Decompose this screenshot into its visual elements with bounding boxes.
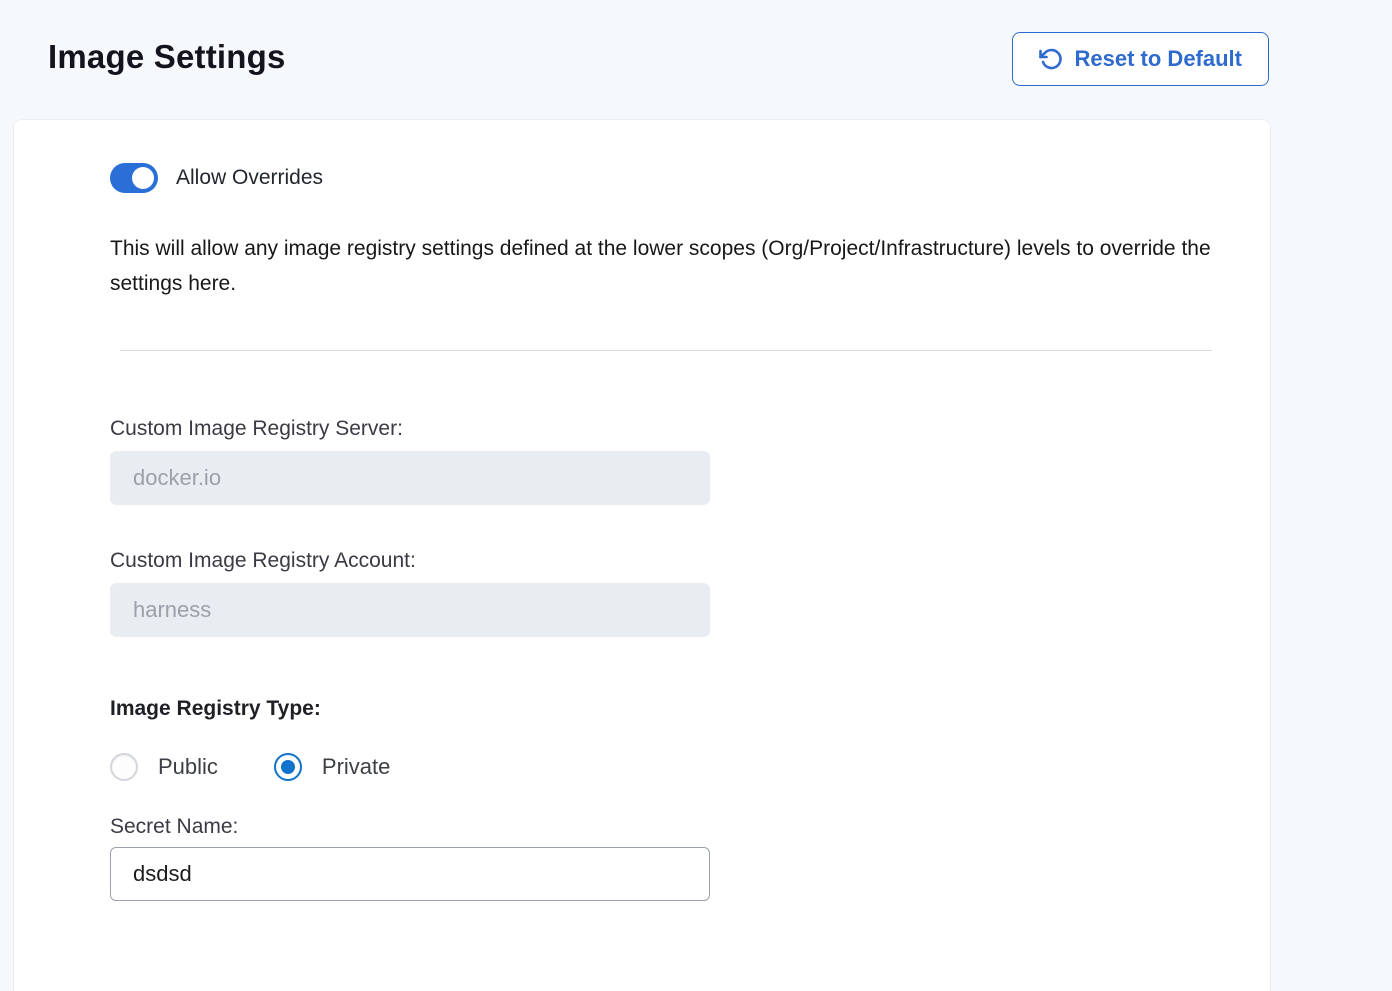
reset-button-label: Reset to Default (1075, 46, 1242, 72)
secret-name-label: Secret Name: (110, 815, 1212, 839)
radio-private-label: Private (322, 754, 390, 780)
allow-overrides-row: Allow Overrides (110, 163, 1212, 193)
radio-private-circle[interactable] (274, 753, 302, 781)
toggle-knob (132, 167, 154, 189)
image-settings-card: Allow Overrides This will allow any imag… (14, 120, 1270, 991)
allow-overrides-label: Allow Overrides (176, 166, 323, 190)
registry-server-input[interactable] (110, 451, 710, 505)
radio-public-label: Public (158, 754, 218, 780)
registry-type-options: Public Private (110, 753, 1212, 781)
secret-name-input[interactable] (110, 847, 710, 901)
page-header: Image Settings Reset to Default (0, 0, 1392, 120)
section-divider (120, 350, 1212, 351)
secret-name-field: Secret Name: (110, 815, 1212, 901)
radio-public-circle[interactable] (110, 753, 138, 781)
radio-option-public[interactable]: Public (110, 753, 218, 781)
reset-to-default-button[interactable]: Reset to Default (1012, 32, 1269, 86)
radio-private-dot (281, 760, 295, 774)
registry-server-label: Custom Image Registry Server: (110, 417, 1212, 441)
registry-type-section: Image Registry Type: Public Private (110, 697, 1212, 781)
allow-overrides-toggle[interactable] (110, 163, 158, 193)
reset-icon (1039, 47, 1063, 71)
registry-account-input[interactable] (110, 583, 710, 637)
overrides-description: This will allow any image registry setti… (110, 231, 1212, 302)
radio-option-private[interactable]: Private (274, 753, 390, 781)
registry-server-field: Custom Image Registry Server: (110, 417, 1212, 505)
registry-type-label: Image Registry Type: (110, 697, 1212, 721)
registry-account-field: Custom Image Registry Account: (110, 549, 1212, 637)
registry-account-label: Custom Image Registry Account: (110, 549, 1212, 573)
